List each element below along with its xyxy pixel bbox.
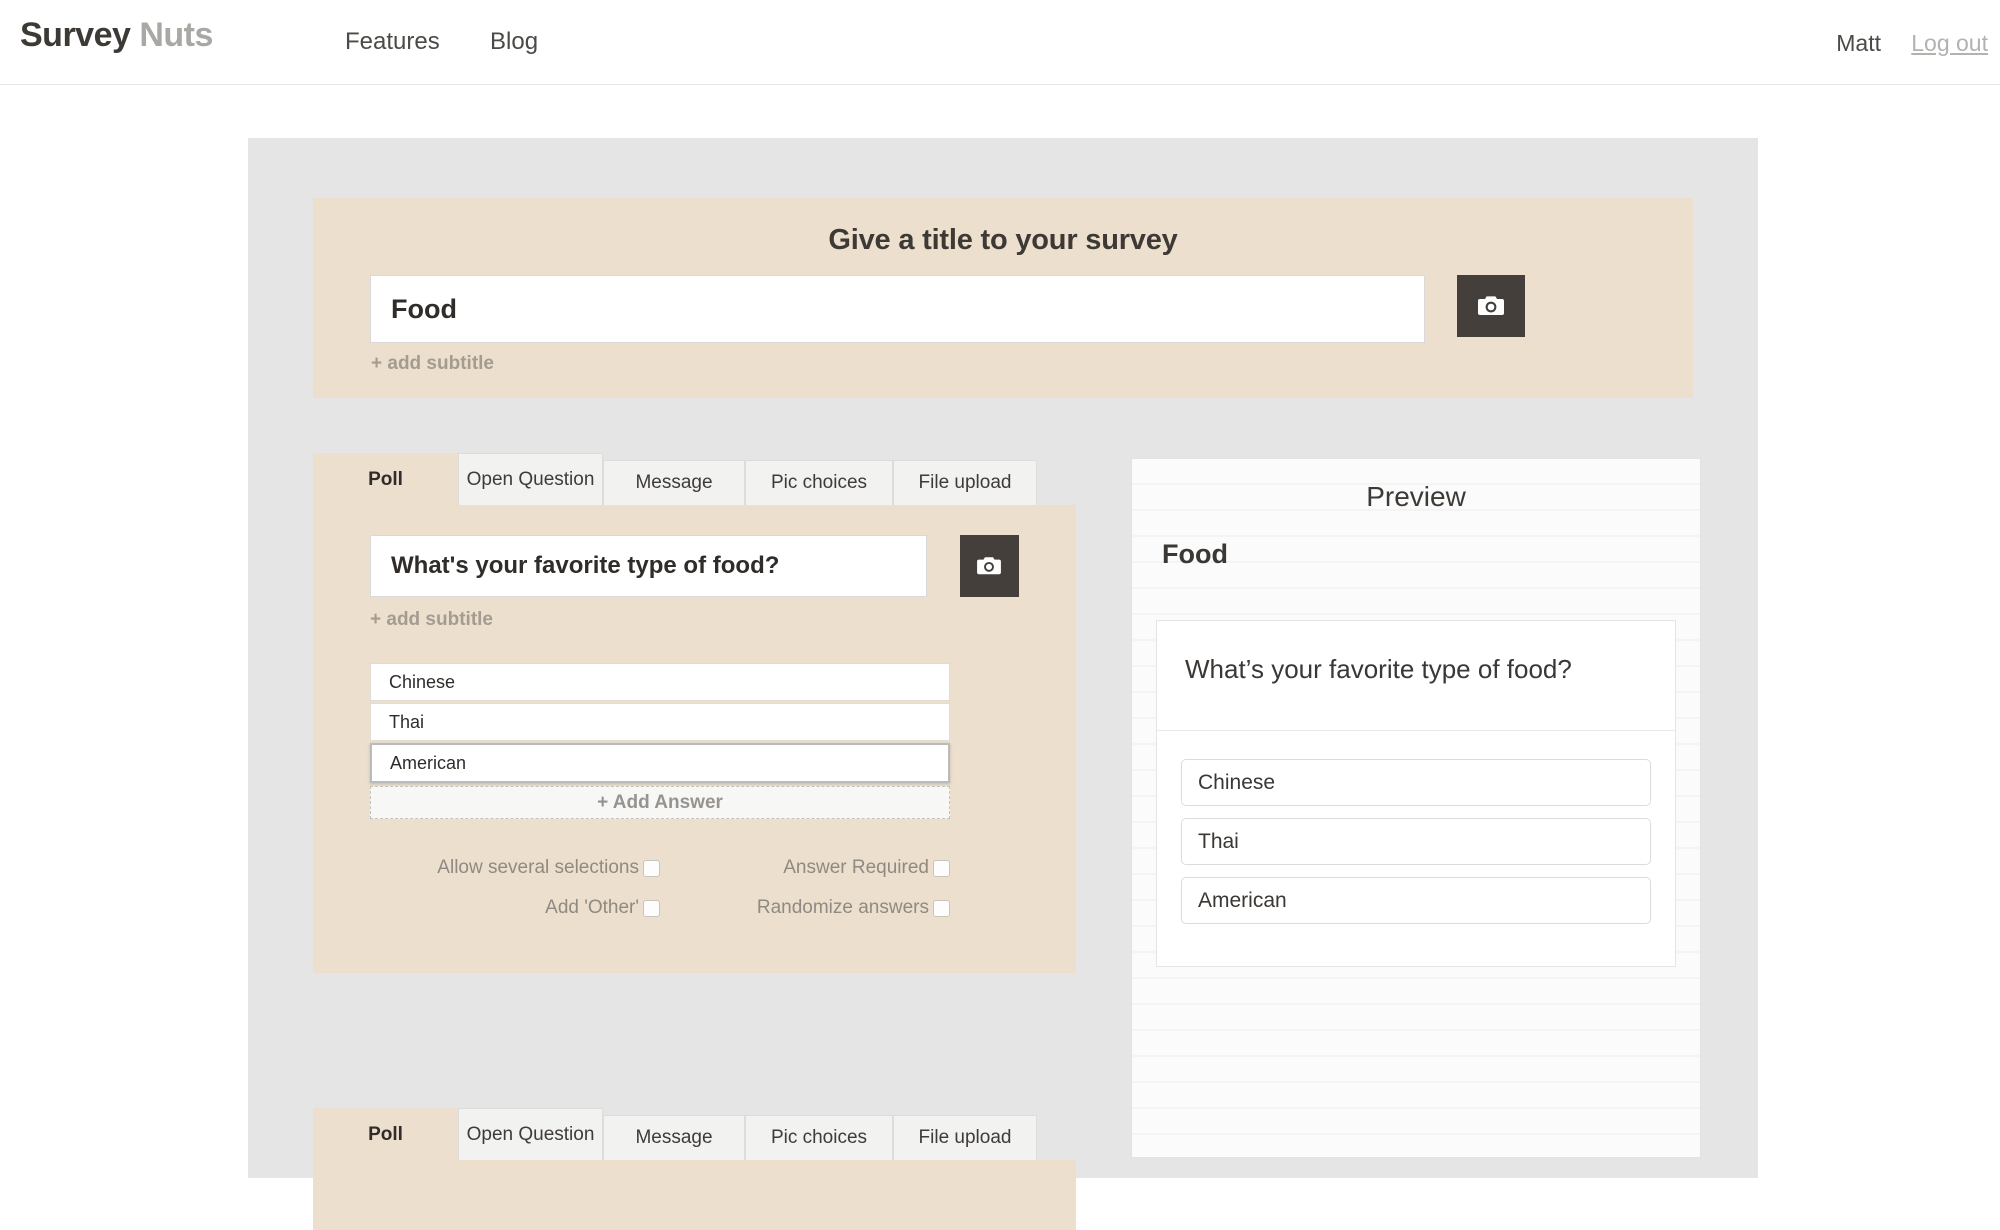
tab-pic-choices[interactable]: Pic choices	[745, 460, 893, 505]
preview-heading: Preview	[1132, 459, 1700, 513]
add-answer-button[interactable]: + Add Answer	[370, 786, 950, 819]
site-logo[interactable]: Survey Nuts	[20, 16, 213, 55]
checkbox-allow-several-selections[interactable]	[643, 860, 660, 877]
survey-title-input[interactable]	[370, 275, 1425, 343]
site-header: Survey Nuts Features Blog Matt Log out	[0, 0, 2000, 85]
tab-message[interactable]: Message	[603, 1115, 745, 1160]
checkbox-answer-required[interactable]	[933, 860, 950, 877]
tab-poll[interactable]: Poll	[313, 453, 458, 505]
tab-file-upload[interactable]: File upload	[893, 1115, 1037, 1160]
tab-pic-choices[interactable]: Pic choices	[745, 1115, 893, 1160]
survey-title-panel: Give a title to your survey + add subtit…	[313, 198, 1693, 398]
logo-primary-text: Survey	[20, 16, 130, 54]
tab-poll[interactable]: Poll	[313, 1108, 458, 1160]
user-name-label[interactable]: Matt	[1836, 30, 1881, 57]
preview-option-list: Chinese Thai American	[1157, 731, 1675, 966]
preview-question-card: What’s your favorite type of food? Chine…	[1156, 620, 1676, 967]
survey-add-subtitle-link[interactable]: + add subtitle	[371, 353, 1693, 375]
option-label: Add 'Other'	[545, 897, 639, 919]
tab-open-question[interactable]: Open Question	[458, 453, 603, 505]
preview-panel: Preview Food What’s your favorite type o…	[1131, 458, 1701, 1158]
question-options: Allow several selections Add 'Other' Ans…	[370, 857, 1019, 937]
preview-option[interactable]: Thai	[1181, 818, 1651, 865]
question-block: Poll Open Question Message Pic choices F…	[313, 453, 1076, 973]
preview-survey-title: Food	[1162, 539, 1700, 570]
question-input-row	[370, 535, 1019, 597]
survey-title-row	[313, 257, 1693, 343]
question-block: Poll Open Question Message Pic choices F…	[313, 1108, 1076, 1230]
camera-icon	[1477, 294, 1505, 318]
preview-option[interactable]: Chinese	[1181, 759, 1651, 806]
question-type-tabs: Poll Open Question Message Pic choices F…	[313, 453, 1076, 505]
logout-link[interactable]: Log out	[1911, 30, 1988, 57]
preview-option[interactable]: American	[1181, 877, 1651, 924]
tab-open-question[interactable]: Open Question	[458, 1108, 603, 1160]
answer-input[interactable]	[370, 663, 950, 701]
option-label: Randomize answers	[757, 897, 929, 919]
question-editor-body: + add subtitle + Add Answer Allow severa…	[313, 505, 1076, 973]
tab-message[interactable]: Message	[603, 460, 745, 505]
option-allow-several-selections[interactable]: Allow several selections	[370, 857, 660, 879]
tab-file-upload[interactable]: File upload	[893, 460, 1037, 505]
survey-title-heading: Give a title to your survey	[313, 198, 1693, 257]
answer-input[interactable]	[370, 703, 950, 741]
nav-link-features[interactable]: Features	[345, 28, 440, 56]
nav-link-blog[interactable]: Blog	[490, 28, 538, 56]
answer-input[interactable]	[370, 743, 950, 783]
logo-secondary-text: Nuts	[139, 16, 213, 54]
preview-question-text: What’s your favorite type of food?	[1157, 621, 1675, 731]
question-text-input[interactable]	[370, 535, 927, 597]
question-editor-body	[313, 1160, 1076, 1230]
survey-builder-container: Give a title to your survey + add subtit…	[248, 138, 1758, 1178]
survey-title-camera-button[interactable]	[1457, 275, 1525, 337]
option-randomize-answers[interactable]: Randomize answers	[660, 897, 950, 919]
checkbox-randomize-answers[interactable]	[933, 900, 950, 917]
option-answer-required[interactable]: Answer Required	[660, 857, 950, 879]
question-add-subtitle-link[interactable]: + add subtitle	[370, 609, 1019, 631]
question-options-right: Answer Required Randomize answers	[660, 857, 950, 937]
question-camera-button[interactable]	[960, 535, 1019, 597]
camera-icon	[976, 555, 1002, 577]
question-type-tabs: Poll Open Question Message Pic choices F…	[313, 1108, 1076, 1160]
option-label: Allow several selections	[437, 857, 639, 879]
question-options-left: Allow several selections Add 'Other'	[370, 857, 660, 937]
option-add-other[interactable]: Add 'Other'	[370, 897, 660, 919]
option-label: Answer Required	[783, 857, 929, 879]
checkbox-add-other[interactable]	[643, 900, 660, 917]
answer-list: + Add Answer	[370, 663, 1019, 819]
